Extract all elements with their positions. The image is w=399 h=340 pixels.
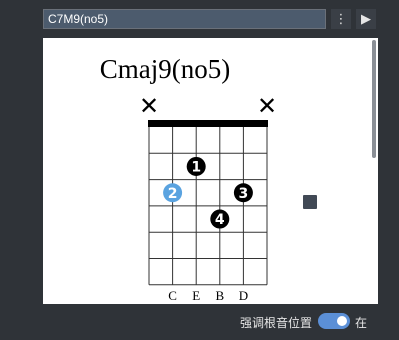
scrollbar-thumb[interactable] — [372, 40, 376, 158]
nut — [148, 120, 268, 127]
toggle-knob — [337, 316, 347, 326]
finger-number: 1 — [191, 159, 201, 175]
emphasize-root-toggle[interactable] — [318, 313, 350, 329]
play-icon[interactable]: ▶ — [356, 9, 376, 29]
muted-string-marker: ✕ — [139, 92, 159, 120]
side-marker[interactable] — [303, 195, 317, 209]
chord-diagram: Cmaj9(no5) ✕ ✕ 12 34 CEBD — [100, 54, 317, 303]
finger-number: 2 — [168, 186, 178, 202]
note-label: C — [168, 288, 177, 303]
finger-number: 4 — [215, 212, 225, 228]
finger-number: 3 — [239, 186, 249, 202]
note-label: B — [215, 288, 224, 303]
note-label: E — [192, 288, 200, 303]
chord-name-input[interactable] — [43, 9, 326, 29]
chord-title: Cmaj9(no5) — [100, 54, 230, 84]
emphasize-root-label: 强调根音位置 — [240, 316, 313, 330]
chord-diagram-panel: Cmaj9(no5) ✕ ✕ 12 34 CEBD — [43, 38, 378, 304]
note-label: D — [239, 288, 248, 303]
more-vertical-icon[interactable]: ⋮ — [331, 9, 351, 29]
muted-string-marker: ✕ — [257, 92, 277, 120]
top-toolbar: ⋮ ▶ — [0, 0, 399, 36]
toggle-state-label: 在 — [355, 316, 368, 330]
